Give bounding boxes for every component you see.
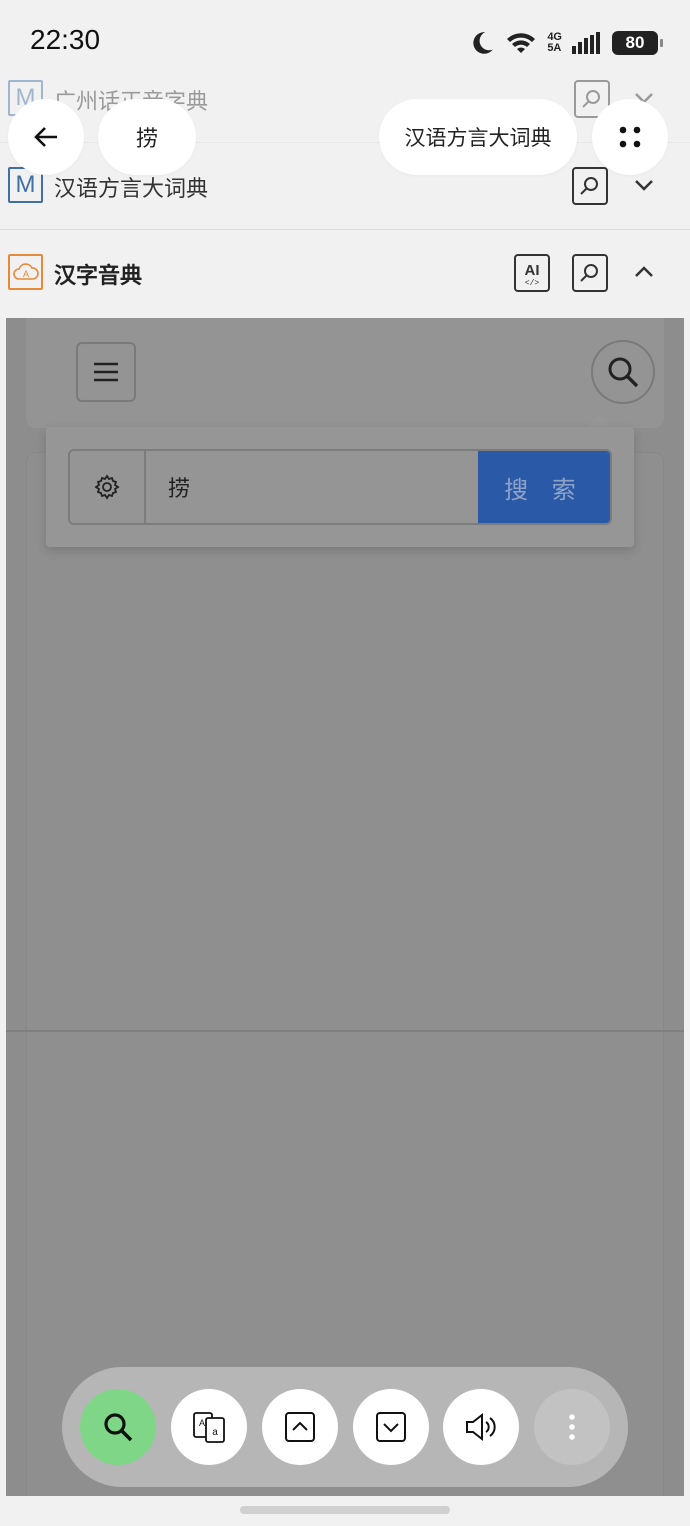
hamburger-icon: [94, 362, 118, 382]
webview-search-button[interactable]: [591, 340, 655, 404]
menu-button[interactable]: [76, 342, 136, 402]
document-search-icon[interactable]: [572, 254, 608, 292]
search-popup: 搜 索: [46, 427, 634, 547]
cloud-logo-icon: A: [8, 254, 43, 290]
dictionary-name: 汉语方言大词典: [54, 177, 209, 202]
chevron-up-box-icon: [285, 1412, 315, 1442]
dictionary-name: 汉字音典: [54, 264, 143, 289]
result-card: [26, 452, 664, 1496]
home-indicator[interactable]: [240, 1506, 450, 1514]
search-icon: [104, 1413, 133, 1442]
bottom-toolbar: A a: [62, 1367, 628, 1487]
more-button[interactable]: [534, 1389, 610, 1465]
dictionary-chip[interactable]: 汉语方言大词典: [379, 99, 577, 175]
search-tool-button[interactable]: [80, 1389, 156, 1465]
svg-text:A: A: [199, 1418, 205, 1428]
svg-text:a: a: [212, 1427, 218, 1438]
search-icon: [608, 357, 639, 388]
svg-text:</>: </>: [525, 279, 540, 288]
back-button[interactable]: [8, 99, 84, 175]
speaker-icon: [466, 1412, 496, 1442]
svg-text:A: A: [22, 269, 28, 279]
dictionary-row-hanzi[interactable]: A 汉字音典 AI </>: [0, 230, 690, 317]
four-dots-icon: [619, 126, 641, 148]
more-vertical-icon: [569, 1414, 575, 1440]
arrow-left-icon: [34, 127, 57, 147]
signal-icon: [572, 32, 600, 54]
battery-indicator: 80: [612, 31, 663, 55]
chevron-up-icon[interactable]: [628, 256, 660, 288]
ai-code-icon[interactable]: AI </>: [514, 254, 550, 292]
moon-icon: [473, 32, 494, 54]
search-form: 搜 索: [68, 449, 612, 525]
dictionary-chip-label: 汉语方言大词典: [404, 126, 552, 150]
gear-icon: [94, 474, 120, 500]
svg-text:AI: AI: [525, 262, 540, 279]
chevron-down-box-icon: [376, 1412, 406, 1442]
speak-button[interactable]: [443, 1389, 519, 1465]
document-search-icon[interactable]: [572, 167, 608, 205]
search-submit-button[interactable]: 搜 索: [478, 451, 610, 523]
content-divider: [6, 1030, 684, 1032]
previous-button[interactable]: [262, 1389, 338, 1465]
query-chip-label: 捞: [135, 127, 158, 152]
search-input[interactable]: [146, 451, 478, 523]
translate-icon: A a: [193, 1412, 225, 1443]
status-time: 22:30: [30, 24, 101, 55]
query-chip[interactable]: 捞: [98, 99, 196, 175]
translate-button[interactable]: A a: [171, 1389, 247, 1465]
wifi-icon: [507, 33, 536, 53]
search-settings-button[interactable]: [70, 451, 146, 523]
webview-header: [26, 318, 664, 428]
network-type: 4G 5A: [547, 31, 562, 54]
apps-button[interactable]: [592, 99, 668, 175]
next-button[interactable]: [353, 1389, 429, 1465]
status-icons: 4G 5A 80: [469, 28, 663, 58]
